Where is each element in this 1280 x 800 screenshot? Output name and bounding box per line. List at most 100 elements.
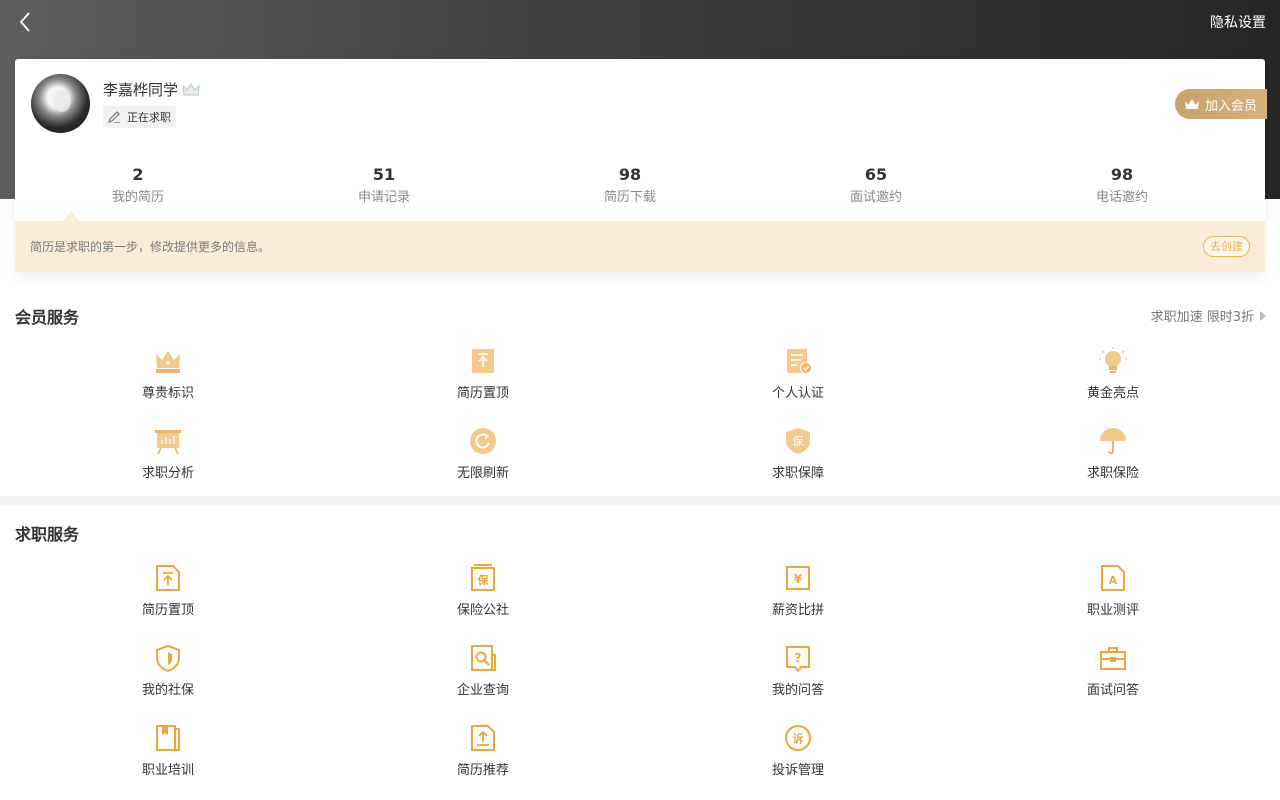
salary-icon: ¥ <box>786 566 810 590</box>
vip-crown-icon <box>182 82 200 95</box>
pin-top-icon <box>472 349 494 373</box>
chevron-left-icon <box>19 12 30 32</box>
crown-icon <box>156 351 180 373</box>
career-test-icon: A <box>1101 565 1125 591</box>
stat-downloads[interactable]: 98 简历下载 <box>507 165 753 205</box>
item-label: 黄金亮点 <box>1086 386 1139 401</box>
caret-right-icon <box>1260 310 1266 321</box>
job-item-insurance-club[interactable]: 保 保险公社 <box>325 563 641 618</box>
job-item-complaint[interactable]: 诉 投诉管理 <box>640 723 956 778</box>
vip-item-job-analysis[interactable]: 求职分析 <box>10 426 326 481</box>
privacy-settings-link[interactable]: 隐私设置 <box>1210 12 1266 32</box>
interview-briefcase-icon <box>1100 647 1126 670</box>
stat-label: 电话邀约 <box>1095 190 1148 205</box>
svg-text:?: ? <box>795 651 802 665</box>
resume-top-icon <box>156 565 180 591</box>
complaint-icon: 诉 <box>785 725 811 751</box>
item-label: 简历置顶 <box>141 603 194 618</box>
svg-text:A: A <box>1109 574 1118 587</box>
user-name: 李嘉桦同学 <box>103 81 179 99</box>
vip-item-golden-highlight[interactable]: 黄金亮点 <box>955 346 1271 401</box>
item-label: 我的问答 <box>771 683 824 698</box>
job-status-chip[interactable]: 正在求职 <box>103 106 176 128</box>
job-item-interview-qa[interactable]: 面试问答 <box>955 643 1271 698</box>
job-item-career-training[interactable]: 职业培训 <box>10 723 326 778</box>
verify-doc-icon <box>787 349 812 374</box>
stat-interview-invites[interactable]: 65 面试邀约 <box>753 165 999 205</box>
item-label: 职业测评 <box>1086 603 1139 618</box>
avatar[interactable] <box>31 74 90 133</box>
vip-item-premium-badge[interactable]: 尊贵标识 <box>10 346 326 401</box>
vip-item-resume-top[interactable]: 简历置顶 <box>325 346 641 401</box>
resume-tip-banner: 简历是求职的第一步，修改提供更多的信息。 去创建 <box>15 221 1265 272</box>
item-label: 薪资比拼 <box>771 603 824 618</box>
job-item-resume-top[interactable]: 简历置顶 <box>10 563 326 618</box>
vip-item-unlimited-refresh[interactable]: 无限刷新 <box>325 426 641 481</box>
item-label: 我的社保 <box>141 683 194 698</box>
create-resume-button[interactable]: 去创建 <box>1203 236 1250 257</box>
resume-upload-icon <box>471 725 495 751</box>
item-label: 职业培训 <box>141 763 194 778</box>
company-search-icon <box>471 645 496 671</box>
stat-label: 面试邀约 <box>849 190 902 205</box>
join-vip-button[interactable]: 加入会员 <box>1174 89 1267 119</box>
refresh-icon <box>470 428 496 454</box>
item-label: 无限刷新 <box>456 466 509 481</box>
item-label: 求职分析 <box>141 466 194 481</box>
tip-pointer <box>63 211 79 221</box>
stat-phone-invites[interactable]: 98 电话邀约 <box>999 165 1245 205</box>
tip-text: 简历是求职的第一步，修改提供更多的信息。 <box>30 240 271 254</box>
section-divider <box>0 496 1280 506</box>
item-label: 求职保障 <box>771 466 824 481</box>
stat-value: 98 <box>1110 165 1134 184</box>
item-label: 求职保险 <box>1086 466 1139 481</box>
promo-text: 求职加速 限时3折 <box>1150 310 1254 325</box>
qa-icon: ? <box>786 646 810 673</box>
lightbulb-icon <box>1099 347 1127 373</box>
stat-label: 申请记录 <box>357 190 410 205</box>
job-item-career-test[interactable]: A 职业测评 <box>955 563 1271 618</box>
job-item-my-qa[interactable]: ? 我的问答 <box>640 643 956 698</box>
item-label: 企业查询 <box>456 683 509 698</box>
svg-text:保: 保 <box>477 573 490 587</box>
vip-item-personal-verify[interactable]: 个人认证 <box>640 346 956 401</box>
item-label: 简历置顶 <box>456 386 509 401</box>
stat-label: 我的简历 <box>111 190 164 205</box>
insurance-icon: 保 <box>471 564 495 591</box>
social-security-icon <box>156 644 180 673</box>
item-label: 个人认证 <box>771 386 824 401</box>
vip-services-title: 会员服务 <box>15 308 80 327</box>
vip-item-job-insurance[interactable]: 求职保险 <box>955 426 1271 481</box>
stat-my-resume[interactable]: 2 我的简历 <box>15 165 261 205</box>
item-label: 投诉管理 <box>771 763 824 778</box>
stat-value: 65 <box>864 165 888 184</box>
svg-text:¥: ¥ <box>794 572 803 586</box>
job-status-text: 正在求职 <box>127 111 171 124</box>
job-services-title: 求职服务 <box>15 525 80 544</box>
analysis-board-icon <box>155 430 181 455</box>
svg-text:诉: 诉 <box>793 732 804 746</box>
item-label: 保险公社 <box>456 603 509 618</box>
user-name-row: 李嘉桦同学 <box>103 79 200 100</box>
job-item-resume-recommend[interactable]: 简历推荐 <box>325 723 641 778</box>
item-label: 尊贵标识 <box>141 386 194 401</box>
stat-applications[interactable]: 51 申请记录 <box>261 165 507 205</box>
job-item-salary-compare[interactable]: ¥ 薪资比拼 <box>640 563 956 618</box>
stat-value: 98 <box>618 165 642 184</box>
item-label: 面试问答 <box>1086 683 1139 698</box>
training-book-icon <box>156 725 180 751</box>
umbrella-icon <box>1100 428 1126 455</box>
edit-pen-icon <box>108 111 120 123</box>
stats-row: 2 我的简历 51 申请记录 98 简历下载 65 面试邀约 98 电话邀约 <box>15 165 1265 205</box>
vip-item-job-guarantee[interactable]: 保 求职保障 <box>640 426 956 481</box>
back-button[interactable] <box>14 10 38 34</box>
stat-label: 简历下载 <box>603 190 656 205</box>
crown-icon <box>1184 98 1199 109</box>
item-label: 简历推荐 <box>456 763 509 778</box>
shield-bao-icon: 保 <box>786 428 810 454</box>
vip-promo-link[interactable]: 求职加速 限时3折 <box>1151 306 1266 325</box>
job-item-company-search[interactable]: 企业查询 <box>325 643 641 698</box>
join-vip-label: 加入会员 <box>1204 98 1257 114</box>
job-item-my-social-security[interactable]: 我的社保 <box>10 643 326 698</box>
stat-value: 2 <box>132 165 144 184</box>
